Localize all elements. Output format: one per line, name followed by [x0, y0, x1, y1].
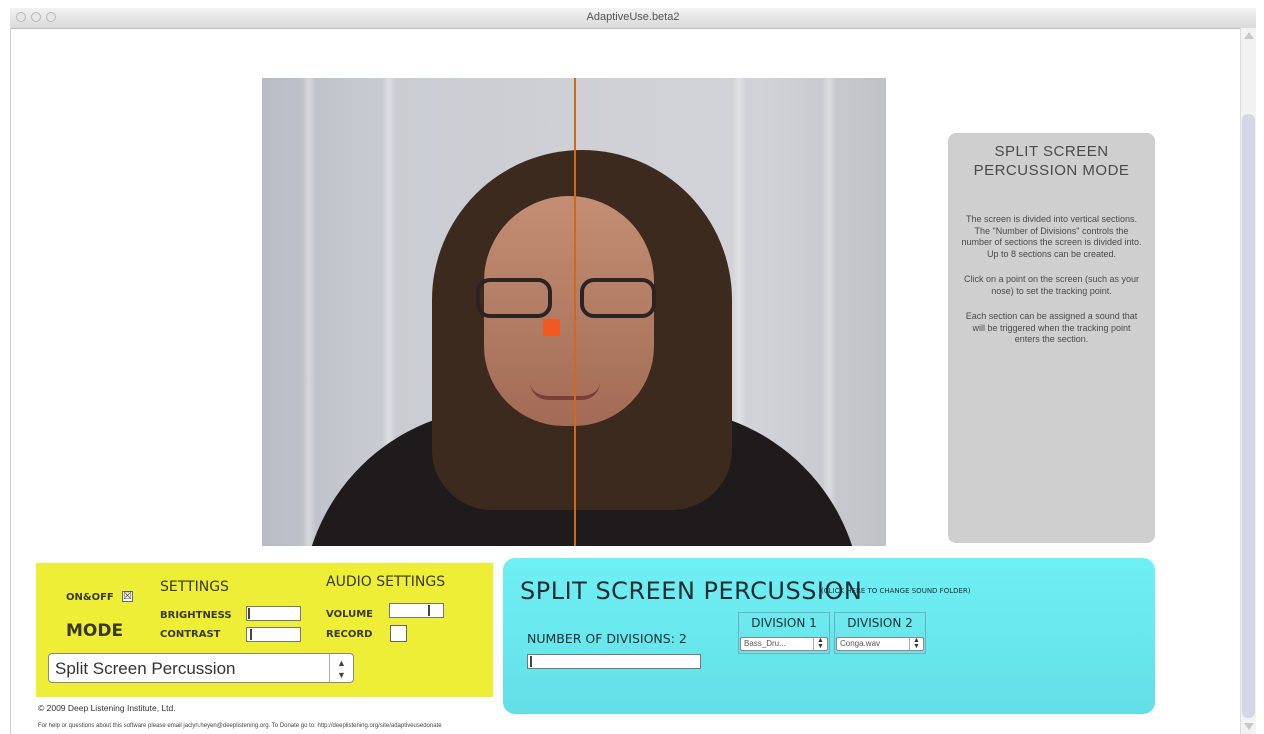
division-2-label: DIVISION 2	[847, 616, 913, 630]
division-2-sound-select[interactable]: Conga.wav ▲ ▼	[836, 637, 924, 651]
record-label: RECORD	[326, 629, 373, 640]
division-1-sound-select[interactable]: Bass_Dru... ▲ ▼	[740, 637, 828, 651]
scroll-thumb[interactable]	[1242, 114, 1255, 718]
mode-select-value: Split Screen Percussion	[55, 659, 236, 678]
glasses-lens	[580, 278, 656, 318]
person-glasses	[476, 278, 662, 320]
help-text: For help or questions about this softwar…	[38, 723, 442, 729]
onoff-checkbox[interactable]: ☒	[122, 591, 133, 602]
brightness-slider[interactable]	[246, 606, 301, 621]
select-arrows-icon: ▲ ▼	[329, 654, 353, 682]
camera-video-view[interactable]	[262, 78, 886, 546]
select-arrows-icon: ▲ ▼	[909, 637, 923, 650]
curtain-fold	[302, 78, 316, 546]
division-split-line	[574, 78, 576, 546]
window-left-edge	[10, 28, 11, 734]
brightness-slider-handle[interactable]	[248, 608, 250, 619]
division-2-sound-value: Conga.wav	[840, 639, 881, 648]
info-paragraph: The screen is divided into vertical sect…	[961, 214, 1142, 259]
contrast-slider-handle[interactable]	[250, 629, 252, 640]
info-title-line: SPLIT SCREEN	[994, 143, 1109, 160]
vertical-scrollbar[interactable]	[1240, 28, 1256, 734]
volume-slider-handle[interactable]	[428, 605, 430, 616]
info-paragraph: Click on a point on the screen (such as …	[963, 274, 1140, 296]
info-paragraph: Each section can be assigned a sound tha…	[965, 311, 1138, 344]
volume-label: VOLUME	[326, 609, 373, 620]
division-1-box: DIVISION 1 Bass_Dru... ▲ ▼	[738, 612, 830, 654]
scroll-down-icon[interactable]	[1244, 723, 1254, 730]
change-sound-folder-link[interactable]: (CLICK HERE TO CHANGE SOUND FOLDER)	[821, 587, 971, 595]
mode-info-panel: SPLIT SCREEN PERCUSSION MODE The screen …	[948, 133, 1155, 543]
record-checkbox[interactable]	[390, 625, 407, 642]
brightness-label: BRIGHTNESS	[160, 610, 232, 621]
tracking-point-marker[interactable]	[543, 319, 560, 336]
onoff-label: ON&OFF	[66, 592, 114, 603]
settings-panel: ON&OFF ☒ SETTINGS BRIGHTNESS CONTRAST AU…	[36, 563, 493, 697]
percussion-title: SPLIT SCREEN PERCUSSION	[520, 577, 863, 605]
division-1-label: DIVISION 1	[751, 616, 817, 630]
divisions-label: NUMBER OF DIVISIONS: 2	[527, 631, 687, 646]
divisions-slider[interactable]	[527, 654, 701, 669]
mode-heading: MODE	[66, 621, 124, 641]
settings-heading: SETTINGS	[160, 579, 229, 595]
contrast-label: CONTRAST	[160, 629, 221, 640]
window-titlebar: AdaptiveUse.beta2	[10, 8, 1256, 29]
person-mouth	[530, 382, 600, 400]
contrast-slider[interactable]	[246, 627, 301, 642]
copyright-text: © 2009 Deep Listening Institute, Ltd.	[38, 703, 176, 713]
percussion-panel: SPLIT SCREEN PERCUSSION (CLICK HERE TO C…	[503, 558, 1155, 714]
info-panel-title: SPLIT SCREEN PERCUSSION MODE	[958, 142, 1145, 180]
window-title: AdaptiveUse.beta2	[586, 11, 680, 23]
divisions-slider-handle[interactable]	[530, 656, 532, 667]
volume-slider[interactable]	[389, 603, 444, 618]
curtain-fold	[822, 78, 836, 546]
audio-settings-heading: AUDIO SETTINGS	[326, 574, 446, 590]
select-arrows-icon: ▲ ▼	[813, 637, 827, 650]
division-1-sound-value: Bass_Dru...	[744, 639, 786, 648]
info-title-line: PERCUSSION MODE	[973, 162, 1130, 179]
glasses-lens	[476, 278, 552, 318]
mode-select[interactable]: Split Screen Percussion ▲ ▼	[48, 653, 354, 683]
scroll-up-icon[interactable]	[1244, 32, 1254, 39]
division-2-box: DIVISION 2 Conga.wav ▲ ▼	[834, 612, 926, 654]
